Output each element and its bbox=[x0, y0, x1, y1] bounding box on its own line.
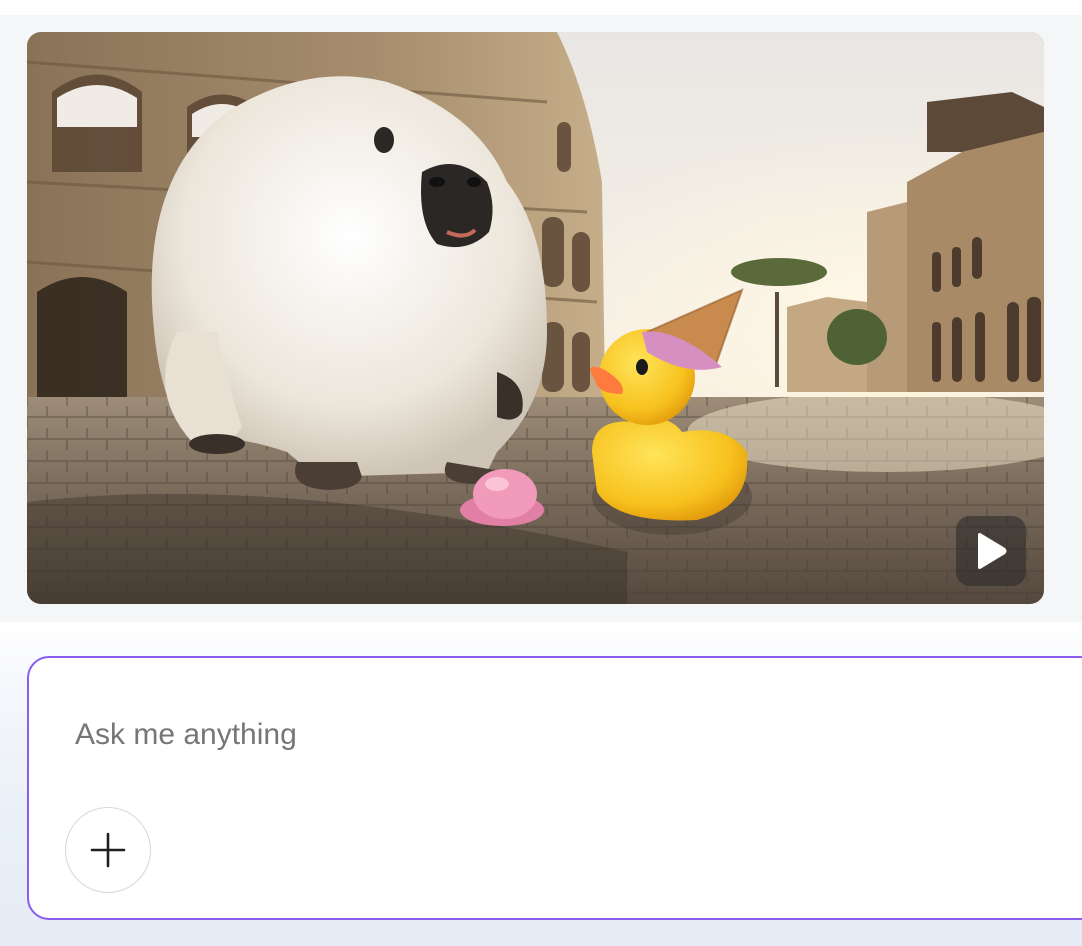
video-preview[interactable] bbox=[27, 32, 1044, 604]
add-button[interactable] bbox=[65, 807, 151, 893]
prompt-input[interactable] bbox=[75, 710, 975, 760]
video-thumbnail bbox=[27, 32, 1044, 604]
play-icon bbox=[978, 533, 1007, 569]
prompt-box bbox=[27, 656, 1082, 920]
play-button[interactable] bbox=[956, 516, 1026, 586]
plus-icon bbox=[90, 832, 126, 868]
top-strip bbox=[0, 0, 1082, 15]
